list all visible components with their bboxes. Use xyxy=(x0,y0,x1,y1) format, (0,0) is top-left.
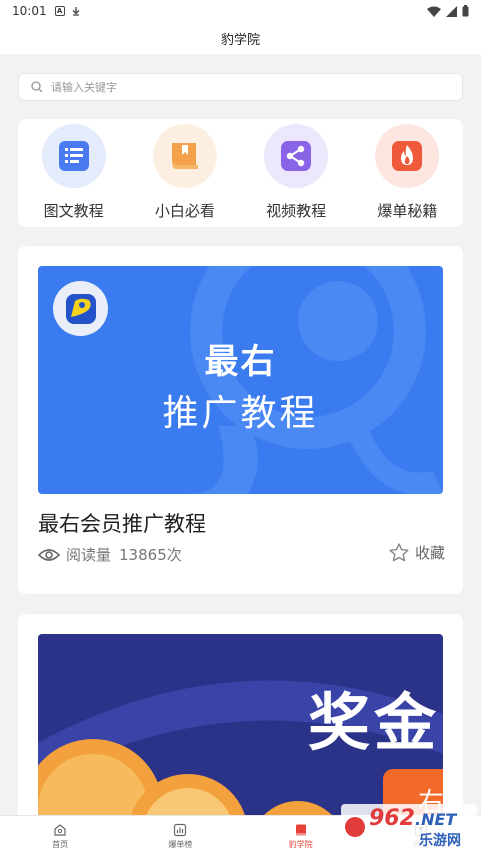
category-label: 视频教程 xyxy=(266,202,327,220)
tab-home[interactable]: 首页 xyxy=(0,816,120,856)
wifi-icon xyxy=(427,6,441,17)
category-label: 小白必看 xyxy=(154,202,215,220)
category-icon-circle xyxy=(375,124,440,188)
category-graphic-tutorial[interactable]: 图文教程 xyxy=(24,124,124,227)
academy-book-icon xyxy=(295,824,306,835)
download-icon xyxy=(72,7,80,16)
search-bar[interactable] xyxy=(18,73,463,101)
watermark-number: 962 xyxy=(369,806,415,831)
battery-icon xyxy=(462,5,469,17)
search-icon xyxy=(31,81,43,93)
share-icon xyxy=(281,141,312,171)
signal-icon xyxy=(446,5,457,17)
watermark-suffix: .NET xyxy=(415,810,457,829)
home-icon xyxy=(54,823,66,836)
category-beginner-must-read[interactable]: 小白必看 xyxy=(135,124,235,227)
notification-a-icon: A xyxy=(54,6,65,16)
search-input[interactable] xyxy=(51,80,431,94)
favorite-button[interactable]: 收藏 xyxy=(389,542,445,563)
article-banner: 最右 推广教程 xyxy=(38,266,443,494)
document-icon xyxy=(58,141,89,171)
bar-chart-icon xyxy=(174,823,187,836)
tab-sales-ranking[interactable]: 爆单榜 xyxy=(120,816,240,856)
category-sales-secrets[interactable]: 爆单秘籍 xyxy=(357,124,457,227)
watermark-text: 乐游网 xyxy=(419,833,461,849)
article-meta: 阅读量 13865次 xyxy=(38,544,182,565)
page-title: 豹学院 xyxy=(220,32,260,48)
eye-icon xyxy=(38,548,60,561)
banner-title-line2: 推广教程 xyxy=(162,393,319,434)
read-count-value: 13865次 xyxy=(119,546,182,564)
status-bar: 10:01 A xyxy=(0,0,481,22)
article-title: 最右会员推广教程 xyxy=(38,512,206,536)
category-video-tutorial[interactable]: 视频教程 xyxy=(246,124,346,227)
tab-label: 首页 xyxy=(52,839,69,849)
banner-title-line1: 最右 xyxy=(204,342,277,382)
star-icon xyxy=(389,543,409,562)
banner2-title: 奖金 xyxy=(308,686,441,759)
read-count-label: 阅读量 xyxy=(66,546,112,564)
category-icon-circle xyxy=(264,124,329,188)
category-icon-circle xyxy=(152,124,217,188)
zuiyou-logo-icon xyxy=(65,293,96,324)
tab-label: 爆单榜 xyxy=(168,839,193,849)
article-card[interactable]: 最右 推广教程 最右会员推广教程 阅读量 13865次 收藏 xyxy=(18,246,463,594)
status-time: 10:01 xyxy=(12,4,47,18)
tab-label: 豹学院 xyxy=(288,839,313,849)
page-header: 豹学院 xyxy=(0,22,481,54)
category-icon-circle xyxy=(41,124,106,188)
category-label: 爆单秘籍 xyxy=(377,202,438,220)
category-grid: 图文教程 小白必看 视频教程 爆单秘籍 xyxy=(18,119,463,227)
category-label: 图文教程 xyxy=(43,202,104,220)
fire-icon xyxy=(392,141,423,171)
app-logo xyxy=(53,281,108,336)
favorite-label: 收藏 xyxy=(414,544,445,562)
book-icon xyxy=(171,143,198,169)
watermark-logo: 962 .NET 乐游网 xyxy=(341,804,477,850)
